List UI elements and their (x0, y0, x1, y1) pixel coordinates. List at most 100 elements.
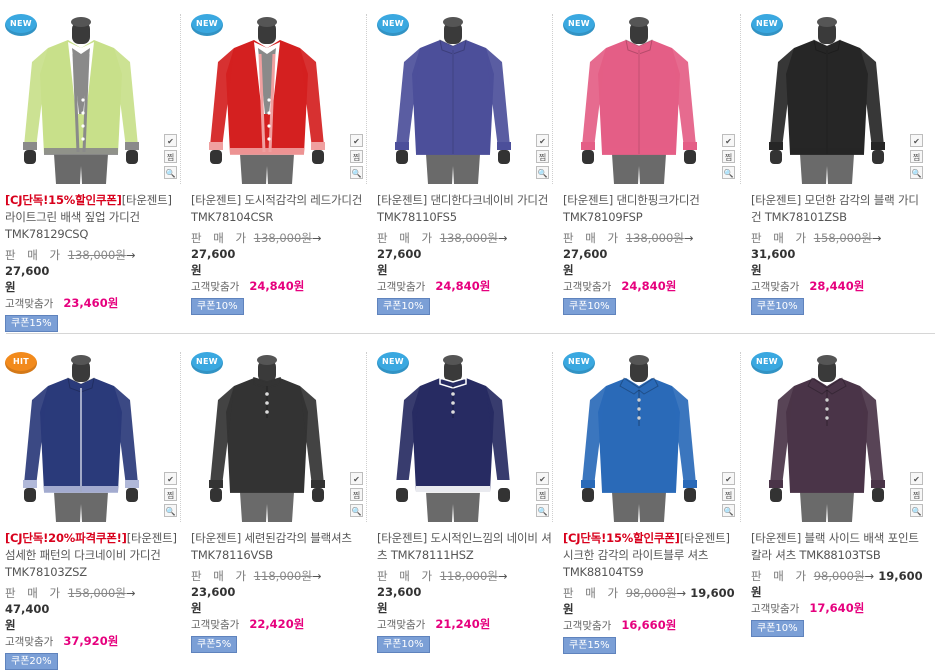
wishlist-button[interactable]: 찜 (722, 488, 735, 501)
compare-checkbox-icon[interactable]: ✔ (722, 472, 735, 485)
product-title[interactable]: [타운젠트] 댄디한다크네이비 가디건 TMK78110FS5 (377, 192, 555, 226)
customer-price: 22,420원 (249, 617, 305, 631)
product-card[interactable]: NEW ✔ 찜 🔍 [타운젠트] 블랙 사이드 배색 포인트 칼라 셔츠 TMK8810… (740, 346, 929, 646)
wishlist-button[interactable]: 찜 (910, 488, 923, 501)
compare-checkbox-icon[interactable]: ✔ (910, 134, 923, 147)
product-title[interactable]: [CJ단독!15%할인쿠폰][타운젠트] 라이트그린 배색 짚업 가디건 TMK… (5, 192, 183, 243)
product-title[interactable]: [타운젠트] 댄디한핑크가디건 TMK78109FSP (563, 192, 741, 226)
original-price: 138,000원 (253, 231, 312, 245)
product-card[interactable]: HIT ✔ 찜 🔍 [CJ단독!20%파격쿠폰!][타운젠트] 섬세한 패턴의 다크네이… (0, 346, 183, 670)
product-title[interactable]: [타운젠트] 모던한 감각의 블랙 가디건 TMK78101ZSB (751, 192, 929, 226)
product-image[interactable] (6, 14, 156, 184)
product-info: [타운젠트] 모던한 감각의 블랙 가디건 TMK78101ZSB 판 매 가 1… (751, 192, 929, 315)
product-image[interactable] (378, 14, 528, 184)
compare-checkbox-icon[interactable]: ✔ (350, 134, 363, 147)
coupon-badge[interactable]: 쿠폰15% (563, 637, 616, 654)
product-card[interactable]: NEW ✔ 찜 🔍 [CJ단독!15%할인쿠폰][타운젠트] 시크한 감각의 라이트블루… (552, 346, 741, 654)
coupon-badge[interactable]: 쿠폰10% (751, 298, 804, 315)
compare-checkbox-icon[interactable]: ✔ (910, 472, 923, 485)
coupon-badge[interactable]: 쿠폰10% (191, 298, 244, 315)
product-image[interactable] (752, 14, 902, 184)
zoom-icon[interactable]: 🔍 (164, 504, 177, 517)
coupon-badge[interactable]: 쿠폰5% (191, 636, 238, 653)
price-arrow: → (497, 231, 508, 245)
sale-price: 27,600 (191, 247, 236, 261)
currency-unit: 원 (5, 280, 16, 294)
zoom-icon[interactable]: 🔍 (722, 504, 735, 517)
coupon-badge[interactable]: 쿠폰20% (5, 653, 58, 670)
wishlist-button[interactable]: 찜 (164, 488, 177, 501)
product-image[interactable] (564, 352, 714, 522)
product-card[interactable]: NEW ✔ 찜 🔍 [타운젠트] 모던한 감각의 블랙 가디건 TMK78101ZSB 판… (740, 8, 926, 315)
customer-price-line: 고객맞춤가 24,840원 (563, 278, 741, 295)
zoom-icon[interactable]: 🔍 (536, 166, 549, 179)
wishlist-button[interactable]: 찜 (164, 150, 177, 163)
price-label: 판 매 가 (5, 586, 65, 600)
currency-unit: 원 (5, 618, 16, 632)
coupon-badge[interactable]: 쿠폰10% (751, 620, 804, 637)
wishlist-button[interactable]: 찜 (536, 150, 549, 163)
coupon-badge[interactable]: 쿠폰10% (377, 636, 430, 653)
wishlist-button[interactable]: 찜 (722, 150, 735, 163)
customer-price-label: 고객맞춤가 (563, 281, 612, 293)
customer-price-line: 고객맞춤가 22,420원 (191, 616, 369, 633)
price-arrow: → (676, 586, 687, 600)
zoom-icon[interactable]: 🔍 (536, 504, 549, 517)
original-price: 98,000원 (625, 586, 677, 600)
compare-checkbox-icon[interactable]: ✔ (722, 134, 735, 147)
product-card[interactable]: NEW ✔ 찜 🔍 [타운젠트] 도시적감각의 레드가디건 TMK78104CSR 판 매… (180, 8, 369, 315)
product-image[interactable] (192, 14, 342, 184)
product-card[interactable]: NEW ✔ 찜 🔍 [타운젠트] 댄디한다크네이비 가디건 TMK78110FS5 판 매… (366, 8, 552, 315)
product-card[interactable]: NEW ✔ 찜 🔍 [타운젠트] 세련된감각의 블랙셔츠 TMK78116VSB 판 매 … (180, 346, 369, 653)
wishlist-button[interactable]: 찜 (350, 150, 363, 163)
product-image[interactable] (564, 14, 714, 184)
wishlist-button[interactable]: 찜 (350, 488, 363, 501)
product-image[interactable] (192, 352, 342, 522)
coupon-badge[interactable]: 쿠폰10% (563, 298, 616, 315)
coupon-badge[interactable]: 쿠폰10% (377, 298, 430, 315)
product-card[interactable]: NEW ✔ 찜 🔍 [CJ단독!15%할인쿠폰][타운젠트] 라이트그린 배색 짚업 가… (0, 8, 180, 332)
zoom-icon[interactable]: 🔍 (350, 504, 363, 517)
compare-checkbox-icon[interactable]: ✔ (164, 472, 177, 485)
price-label: 판 매 가 (563, 231, 623, 245)
product-info: [타운젠트] 댄디한다크네이비 가디건 TMK78110FS5 판 매 가 138… (377, 192, 555, 315)
card-separator (366, 352, 367, 522)
card-separator (740, 14, 741, 184)
product-title[interactable]: [CJ단독!20%파격쿠폰!][타운젠트] 섬세한 패턴의 다크네이비 가디건 … (5, 530, 183, 581)
product-image[interactable] (6, 352, 156, 522)
product-card[interactable]: NEW ✔ 찜 🔍 [타운젠트] 댄디한핑크가디건 TMK78109FSP 판 매 가 1… (552, 8, 741, 315)
wishlist-button[interactable]: 찜 (910, 150, 923, 163)
compare-checkbox-icon[interactable]: ✔ (536, 472, 549, 485)
product-title[interactable]: [타운젠트] 도시적인느낌의 네이비 셔츠 TMK78111HSZ (377, 530, 555, 564)
zoom-icon[interactable]: 🔍 (910, 166, 923, 179)
customer-price-label: 고객맞춤가 (377, 619, 426, 631)
price-line: 판 매 가 138,000원→ 27,600 원 (563, 230, 741, 278)
product-card[interactable]: NEW ✔ 찜 🔍 [타운젠트] 도시적인느낌의 네이비 셔츠 TMK78111HSZ 판… (366, 346, 555, 653)
zoom-icon[interactable]: 🔍 (910, 504, 923, 517)
product-image[interactable] (752, 352, 902, 522)
customer-price: 24,840원 (249, 279, 305, 293)
product-title[interactable]: [CJ단독!15%할인쿠폰][타운젠트] 시크한 감각의 라이트블루 셔츠 TM… (563, 530, 741, 581)
price-arrow: → (125, 248, 136, 262)
price-label: 판 매 가 (377, 231, 437, 245)
product-title[interactable]: [타운젠트] 세련된감각의 블랙셔츠 TMK78116VSB (191, 530, 369, 564)
product-title[interactable]: [타운젠트] 블랙 사이드 배색 포인트 칼라 셔츠 TMK88103TSB (751, 530, 929, 564)
currency-unit: 원 (377, 601, 388, 615)
compare-checkbox-icon[interactable]: ✔ (350, 472, 363, 485)
compare-checkbox-icon[interactable]: ✔ (164, 134, 177, 147)
sale-price: 27,600 (563, 247, 608, 261)
promo-label: [CJ단독!20%파격쿠폰!] (5, 531, 127, 545)
product-name: [타운젠트] 도시적감각의 레드가디건 TMK78104CSR (191, 193, 363, 224)
currency-unit: 원 (751, 263, 762, 277)
compare-checkbox-icon[interactable]: ✔ (536, 134, 549, 147)
product-info: [CJ단독!15%할인쿠폰][타운젠트] 라이트그린 배색 짚업 가디건 TMK… (5, 192, 183, 332)
customer-price: 28,440원 (809, 279, 865, 293)
product-image[interactable] (378, 352, 528, 522)
product-title[interactable]: [타운젠트] 도시적감각의 레드가디건 TMK78104CSR (191, 192, 369, 226)
zoom-icon[interactable]: 🔍 (722, 166, 735, 179)
coupon-badge[interactable]: 쿠폰15% (5, 315, 58, 332)
customer-price: 21,240원 (435, 617, 491, 631)
zoom-icon[interactable]: 🔍 (164, 166, 177, 179)
wishlist-button[interactable]: 찜 (536, 488, 549, 501)
zoom-icon[interactable]: 🔍 (350, 166, 363, 179)
